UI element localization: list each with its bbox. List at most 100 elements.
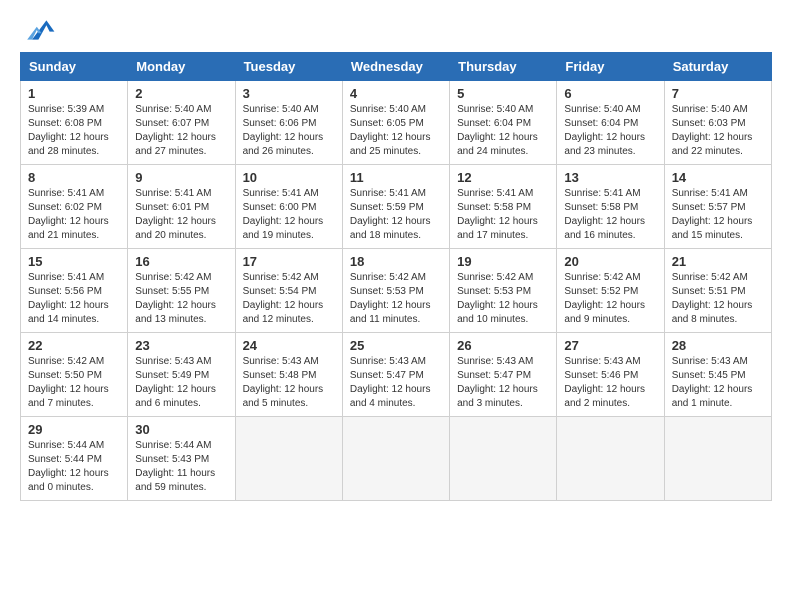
day-number: 11 [350,170,442,185]
day-number: 27 [564,338,656,353]
day-number: 20 [564,254,656,269]
calendar-cell: 4 Sunrise: 5:40 AMSunset: 6:05 PMDaylight… [342,81,449,165]
calendar-cell [557,417,664,501]
calendar-cell: 19 Sunrise: 5:42 AMSunset: 5:53 PMDayligh… [450,249,557,333]
calendar-cell: 10Sunrise: 5:41 AMSunset: 6:00 PMDayligh… [235,165,342,249]
calendar-cell: 14 Sunrise: 5:41 AMSunset: 5:57 PMDayligh… [664,165,771,249]
day-info: Sunrise: 5:42 AMSunset: 5:52 PMDaylight:… [564,271,656,327]
calendar-cell: 28 Sunrise: 5:43 AMSunset: 5:45 PMDayligh… [664,333,771,417]
weekday-header: Thursday [450,53,557,81]
calendar-week-row: 15 Sunrise: 5:41 AMSunset: 5:56 PMDayligh… [21,249,772,333]
calendar-week-row: 1 Sunrise: 5:39 AMSunset: 6:08 PMDaylight… [21,81,772,165]
day-info: Sunrise: 5:43 AMSunset: 5:46 PMDaylight:… [564,355,656,411]
day-info: Sunrise: 5:40 AMSunset: 6:04 PMDaylight:… [457,103,549,159]
day-number: 23 [135,338,227,353]
day-info: Sunrise: 5:39 AMSunset: 6:08 PMDaylight:… [28,103,120,159]
day-info: Sunrise: 5:41 AMSunset: 6:01 PMDaylight:… [135,187,227,243]
calendar-cell: 8 Sunrise: 5:41 AMSunset: 6:02 PMDaylight… [21,165,128,249]
calendar-cell: 30 Sunrise: 5:44 AMSunset: 5:43 PMDayligh… [128,417,235,501]
day-info: Sunrise: 5:41 AMSunset: 5:58 PMDaylight:… [564,187,656,243]
day-number: 8 [28,170,120,185]
day-info: Sunrise: 5:40 AMSunset: 6:05 PMDaylight:… [350,103,442,159]
calendar-cell: 15 Sunrise: 5:41 AMSunset: 5:56 PMDayligh… [21,249,128,333]
day-number: 7 [672,86,764,101]
day-number: 1 [28,86,120,101]
day-number: 3 [243,86,335,101]
day-number: 4 [350,86,442,101]
day-number: 19 [457,254,549,269]
weekday-header: Wednesday [342,53,449,81]
weekday-header: Friday [557,53,664,81]
calendar-cell: 24Sunrise: 5:43 AMSunset: 5:48 PMDayligh… [235,333,342,417]
day-number: 25 [350,338,442,353]
calendar-cell: 16Sunrise: 5:42 AMSunset: 5:55 PMDayligh… [128,249,235,333]
calendar-cell [664,417,771,501]
calendar-cell [450,417,557,501]
calendar-cell: 26 Sunrise: 5:43 AMSunset: 5:47 PMDayligh… [450,333,557,417]
day-number: 15 [28,254,120,269]
day-number: 26 [457,338,549,353]
day-info: Sunrise: 5:43 AMSunset: 5:45 PMDaylight:… [672,355,764,411]
weekday-header: Saturday [664,53,771,81]
day-number: 13 [564,170,656,185]
calendar-cell: 13 Sunrise: 5:41 AMSunset: 5:58 PMDayligh… [557,165,664,249]
day-info: Sunrise: 5:41 AMSunset: 5:58 PMDaylight:… [457,187,549,243]
calendar-cell: 20 Sunrise: 5:42 AMSunset: 5:52 PMDayligh… [557,249,664,333]
calendar-cell [342,417,449,501]
calendar-cell: 12Sunrise: 5:41 AMSunset: 5:58 PMDayligh… [450,165,557,249]
day-number: 30 [135,422,227,437]
day-info: Sunrise: 5:40 AMSunset: 6:04 PMDaylight:… [564,103,656,159]
day-info: Sunrise: 5:42 AMSunset: 5:51 PMDaylight:… [672,271,764,327]
calendar-week-row: 22 Sunrise: 5:42 AMSunset: 5:50 PMDayligh… [21,333,772,417]
calendar-cell: 22 Sunrise: 5:42 AMSunset: 5:50 PMDayligh… [21,333,128,417]
logo-icon [24,16,56,44]
day-number: 18 [350,254,442,269]
calendar-cell: 7 Sunrise: 5:40 AMSunset: 6:03 PMDaylight… [664,81,771,165]
day-number: 6 [564,86,656,101]
day-info: Sunrise: 5:40 AMSunset: 6:07 PMDaylight:… [135,103,227,159]
day-info: Sunrise: 5:41 AMSunset: 5:59 PMDaylight:… [350,187,442,243]
day-number: 2 [135,86,227,101]
day-info: Sunrise: 5:40 AMSunset: 6:03 PMDaylight:… [672,103,764,159]
calendar-cell: 1 Sunrise: 5:39 AMSunset: 6:08 PMDaylight… [21,81,128,165]
calendar-cell: 9 Sunrise: 5:41 AMSunset: 6:01 PMDaylight… [128,165,235,249]
calendar-cell: 25 Sunrise: 5:43 AMSunset: 5:47 PMDayligh… [342,333,449,417]
day-number: 10 [243,170,335,185]
day-number: 14 [672,170,764,185]
logo [20,16,56,44]
calendar-cell: 6 Sunrise: 5:40 AMSunset: 6:04 PMDaylight… [557,81,664,165]
calendar-week-row: 29 Sunrise: 5:44 AMSunset: 5:44 PMDayligh… [21,417,772,501]
calendar-table: SundayMondayTuesdayWednesdayThursdayFrid… [20,52,772,501]
day-number: 24 [243,338,335,353]
calendar-cell: 29 Sunrise: 5:44 AMSunset: 5:44 PMDayligh… [21,417,128,501]
day-info: Sunrise: 5:41 AMSunset: 6:02 PMDaylight:… [28,187,120,243]
calendar-cell: 17 Sunrise: 5:42 AMSunset: 5:54 PMDayligh… [235,249,342,333]
weekday-header: Sunday [21,53,128,81]
day-info: Sunrise: 5:43 AMSunset: 5:47 PMDaylight:… [457,355,549,411]
day-number: 9 [135,170,227,185]
day-info: Sunrise: 5:42 AMSunset: 5:50 PMDaylight:… [28,355,120,411]
day-number: 5 [457,86,549,101]
day-info: Sunrise: 5:40 AMSunset: 6:06 PMDaylight:… [243,103,335,159]
calendar-header-row: SundayMondayTuesdayWednesdayThursdayFrid… [21,53,772,81]
day-info: Sunrise: 5:43 AMSunset: 5:47 PMDaylight:… [350,355,442,411]
weekday-header: Tuesday [235,53,342,81]
calendar-cell: 2 Sunrise: 5:40 AMSunset: 6:07 PMDaylight… [128,81,235,165]
calendar-week-row: 8 Sunrise: 5:41 AMSunset: 6:02 PMDaylight… [21,165,772,249]
calendar-cell: 18Sunrise: 5:42 AMSunset: 5:53 PMDayligh… [342,249,449,333]
day-info: Sunrise: 5:42 AMSunset: 5:53 PMDaylight:… [457,271,549,327]
day-number: 22 [28,338,120,353]
day-number: 21 [672,254,764,269]
day-info: Sunrise: 5:44 AMSunset: 5:43 PMDaylight:… [135,439,227,495]
calendar-cell: 11 Sunrise: 5:41 AMSunset: 5:59 PMDayligh… [342,165,449,249]
weekday-header: Monday [128,53,235,81]
day-info: Sunrise: 5:41 AMSunset: 5:56 PMDaylight:… [28,271,120,327]
day-info: Sunrise: 5:44 AMSunset: 5:44 PMDaylight:… [28,439,120,495]
calendar-cell: 27 Sunrise: 5:43 AMSunset: 5:46 PMDayligh… [557,333,664,417]
day-info: Sunrise: 5:41 AMSunset: 5:57 PMDaylight:… [672,187,764,243]
day-number: 28 [672,338,764,353]
calendar-cell: 3 Sunrise: 5:40 AMSunset: 6:06 PMDaylight… [235,81,342,165]
day-number: 17 [243,254,335,269]
day-number: 29 [28,422,120,437]
day-info: Sunrise: 5:42 AMSunset: 5:54 PMDaylight:… [243,271,335,327]
